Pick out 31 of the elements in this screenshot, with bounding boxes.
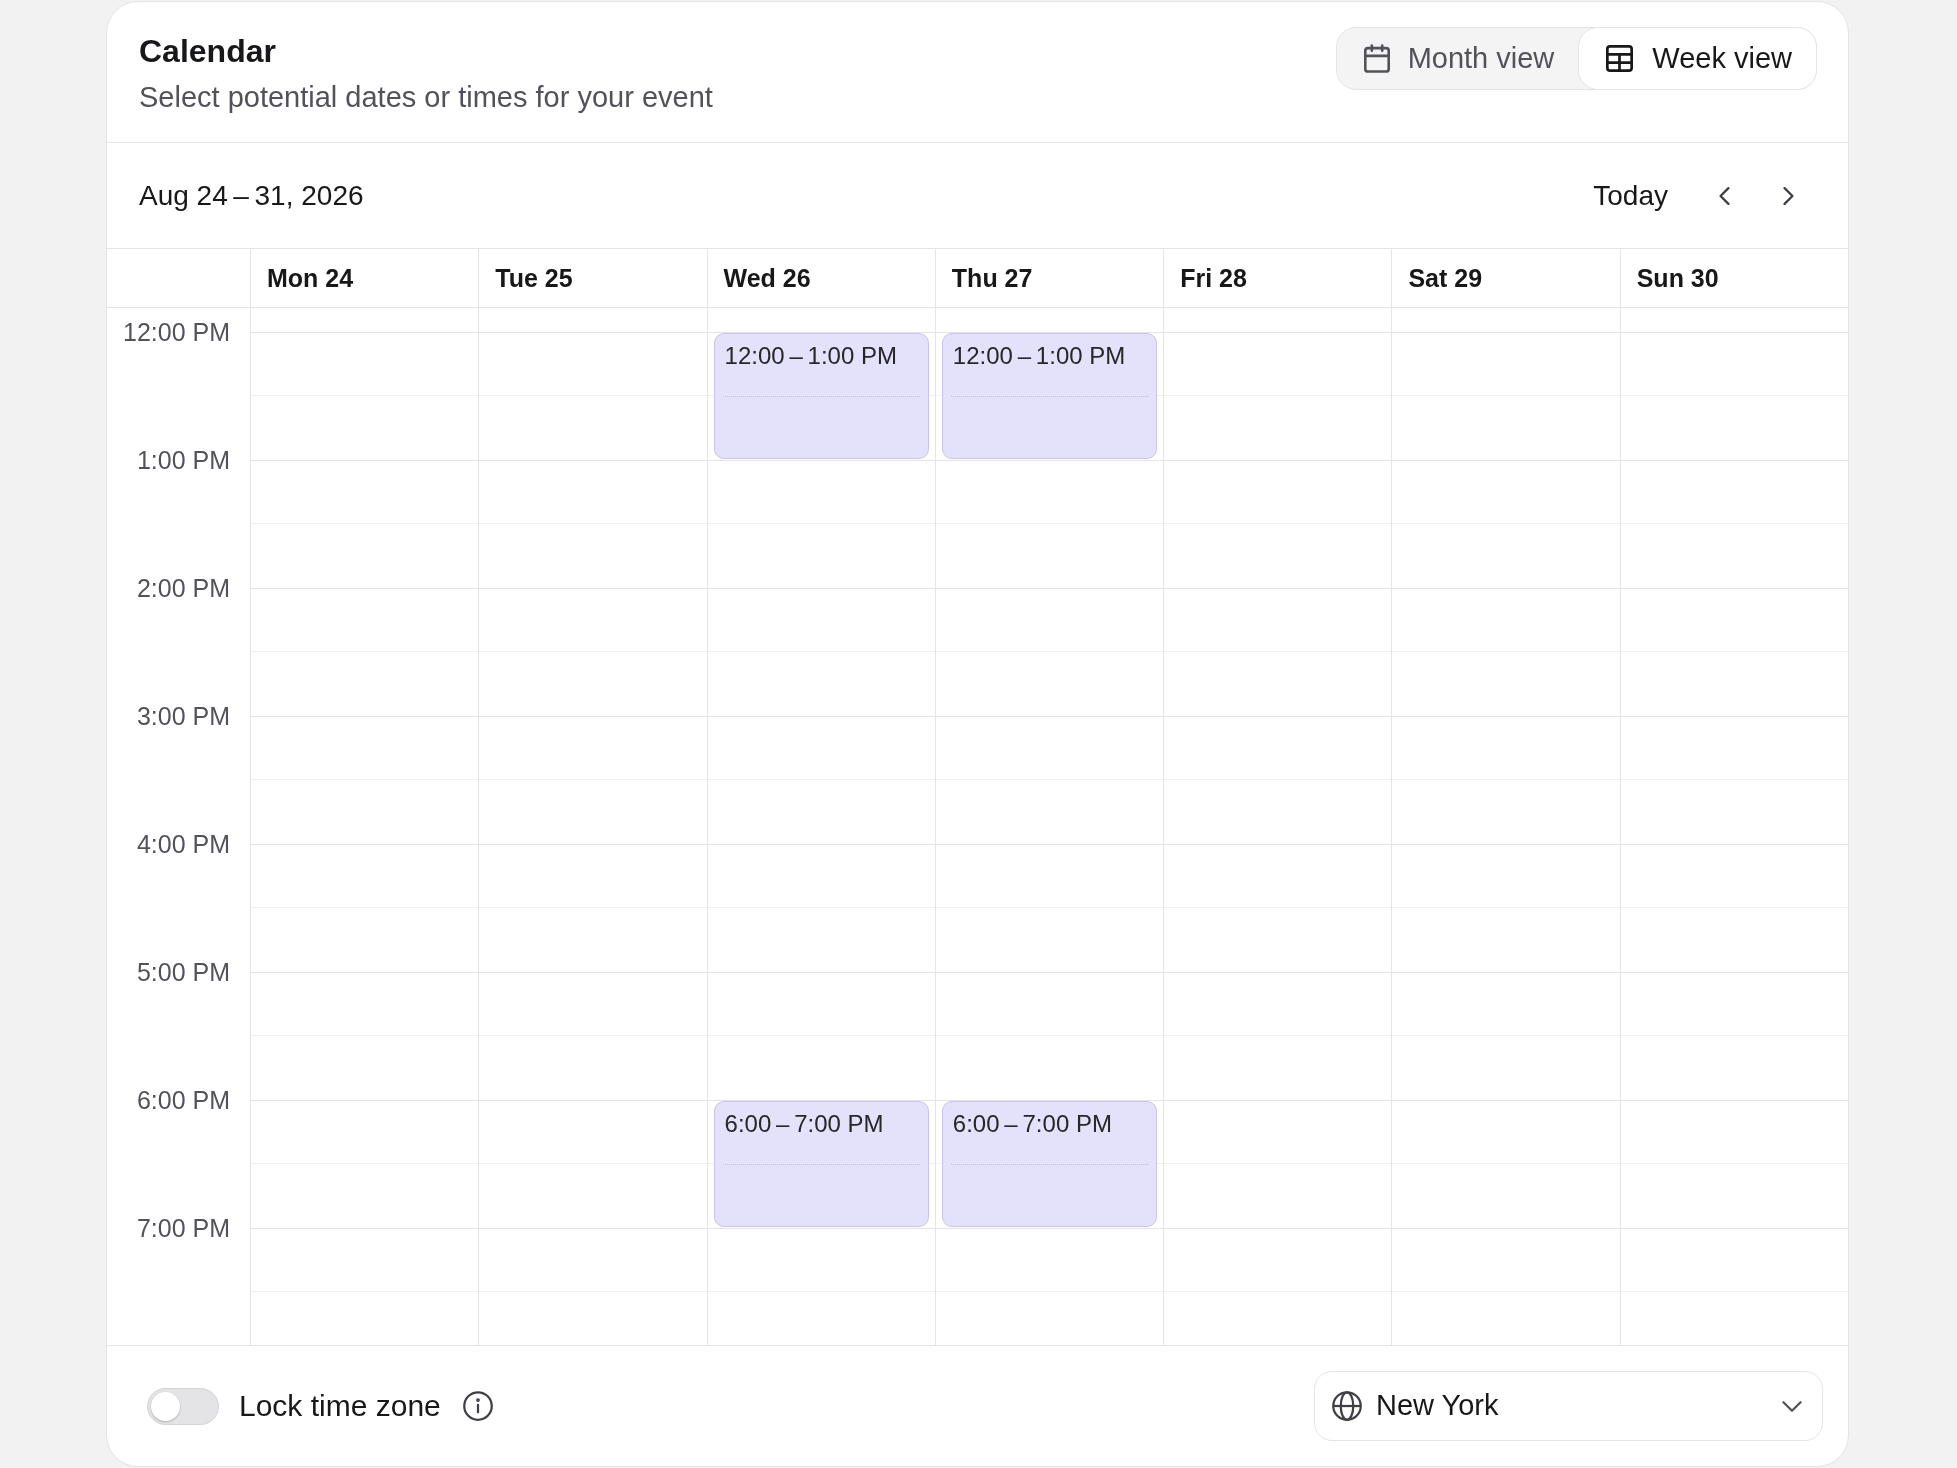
day-label: Fri 28 — [1180, 263, 1247, 293]
time-label: 3:00 PM — [136, 702, 230, 730]
today-button[interactable]: Today — [1579, 172, 1682, 219]
toggle-switch[interactable] — [147, 1387, 219, 1425]
lock-time-zone-label: Lock time zone — [239, 1388, 441, 1424]
time-label: 6:00 PM — [136, 1086, 230, 1114]
time-label: 7:00 PM — [136, 1214, 230, 1242]
time-label: 12:00 PM — [123, 318, 230, 346]
time-label: 1:00 PM — [136, 446, 230, 474]
day-label: Sat 29 — [1408, 263, 1483, 293]
table-icon — [1606, 45, 1634, 72]
globe-icon — [1332, 1391, 1362, 1421]
calendar-icon — [1363, 44, 1390, 73]
day-label: Tue 25 — [495, 263, 573, 293]
view-toggle-button[interactable]: Month view — [1336, 28, 1579, 89]
chevron-left-icon — [1718, 186, 1730, 205]
chevron-down-icon — [1782, 1400, 1802, 1412]
card-title: Calendar — [139, 32, 276, 70]
view-toggle-button[interactable]: Week view — [1578, 27, 1817, 90]
time-label: 5:00 PM — [136, 958, 230, 986]
time-label: 4:00 PM — [136, 830, 230, 858]
day-label: Wed 26 — [723, 263, 811, 293]
date-range: Aug 24 – 31, 2026 — [139, 178, 364, 213]
time-zone-select[interactable]: New York — [1314, 1371, 1823, 1441]
info-icon[interactable] — [462, 1391, 493, 1421]
day-label: Sun 30 — [1636, 263, 1719, 293]
chevron-right-icon — [1782, 186, 1794, 205]
day-label: Thu 27 — [951, 263, 1033, 293]
day-label: Mon 24 — [267, 263, 354, 293]
card-subtitle: Select potential dates or times for your event — [139, 80, 713, 115]
time-label: 2:00 PM — [136, 574, 230, 602]
